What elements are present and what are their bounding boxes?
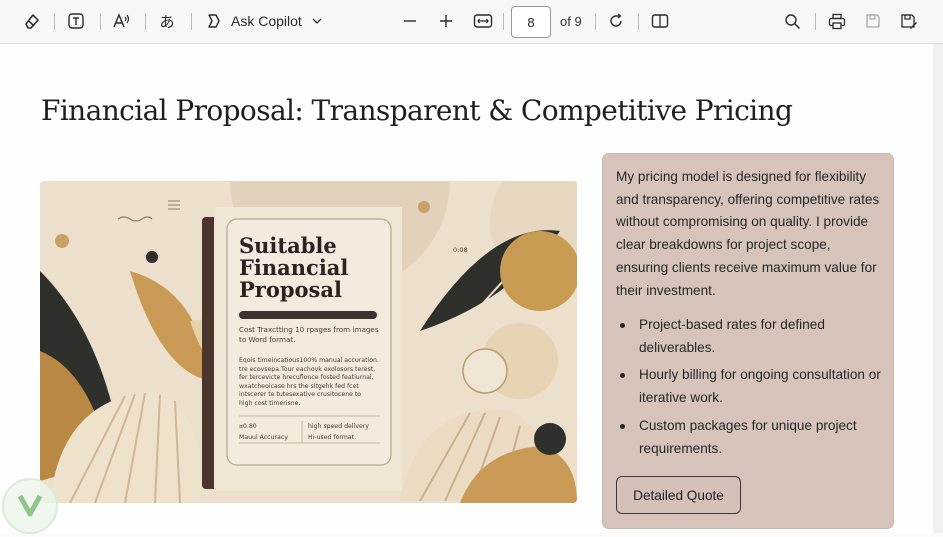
page-view-icon[interactable] — [649, 9, 671, 33]
toolbar-divider — [595, 13, 596, 30]
zoom-out-icon[interactable] — [399, 9, 421, 33]
image-tiny-label: 0:08 — [453, 246, 468, 254]
eraser-icon[interactable] — [20, 9, 44, 33]
page-title: Financial Proposal: Transparent & Compet… — [41, 94, 793, 127]
pdf-toolbar: あ Ask Copilot 8 of 9 — [0, 0, 943, 44]
copilot-icon[interactable] — [203, 9, 225, 33]
image-body-line: high cost timerisne. — [239, 399, 301, 407]
watermark-logo — [2, 478, 58, 534]
toolbar-divider — [145, 13, 146, 30]
image-heading: Suitable Financial Proposal — [239, 235, 348, 301]
toolbar-divider — [638, 13, 639, 30]
rotate-icon[interactable] — [605, 9, 627, 33]
pricing-bullet-list: Project-based rates for defined delivera… — [616, 314, 886, 465]
fit-width-icon[interactable] — [471, 9, 495, 33]
toolbar-divider — [100, 13, 101, 30]
search-icon[interactable] — [781, 9, 803, 33]
toolbar-divider — [503, 13, 504, 30]
image-stat-value: high speed delivery — [308, 423, 369, 430]
text-box-icon[interactable] — [64, 9, 88, 33]
image-body-line: wxatcheoicase hrs the sltgehk fed fcet — [239, 382, 359, 390]
image-stat-label: Hi-used format. — [308, 434, 357, 441]
toolbar-divider — [815, 13, 816, 30]
print-icon[interactable] — [826, 9, 848, 33]
image-body-line: Eqois timeincatious100% manual accuratio… — [239, 357, 379, 364]
image-stat-value: ¤0.80 — [239, 423, 257, 430]
image-heading-line: Proposal — [239, 277, 342, 302]
ask-copilot-label: Ask Copilot — [231, 13, 302, 29]
toolbar-divider — [191, 13, 192, 30]
image-body-line: fer tercevicte hrecuflonce fosted featiu… — [239, 374, 374, 382]
image-body-text: Eqois timeincatious100% manual accuratio… — [239, 357, 379, 409]
image-stat-right: high speed delivery Hi-used format. — [308, 421, 369, 443]
image-subtext-line: Cost Traxctting 10 rpages from images — [239, 325, 379, 334]
image-stat-left: ¤0.80 Mauul Accuracy — [239, 421, 288, 443]
image-stat-label: Mauul Accuracy — [239, 434, 288, 441]
list-item: Custom packages for unique project requi… — [616, 415, 886, 460]
read-aloud-icon[interactable] — [110, 9, 134, 33]
page-number-input[interactable]: 8 — [511, 6, 551, 38]
image-heading-line: Suitable — [239, 233, 337, 258]
image-subtext: Cost Traxctting 10 rpages from images to… — [239, 325, 379, 345]
chevron-down-icon[interactable] — [310, 9, 324, 33]
toolbar-divider — [54, 13, 55, 30]
image-body-line: intscerer te tutesexative crusitocene to — [239, 391, 362, 399]
save-as-icon[interactable] — [898, 9, 920, 33]
page-count-label: of 9 — [560, 14, 582, 29]
image-heading-line: Financial — [239, 255, 349, 280]
ask-copilot-button[interactable]: Ask Copilot — [231, 9, 307, 33]
image-subtext-line: to Word format. — [239, 335, 296, 344]
scrollbar[interactable] — [933, 44, 943, 533]
pricing-card: My pricing model is designed for flexibi… — [602, 153, 894, 529]
proposal-illustration: Suitable Financial Proposal Cost Traxctt… — [40, 181, 577, 503]
save-icon[interactable] — [862, 9, 884, 33]
translate-icon[interactable]: あ — [155, 9, 179, 33]
detailed-quote-button[interactable]: Detailed Quote — [616, 476, 741, 514]
pricing-paragraph: My pricing model is designed for flexibi… — [616, 169, 880, 298]
zoom-in-icon[interactable] — [435, 9, 457, 33]
page-number-value: 8 — [527, 14, 535, 30]
image-body-line: tre ecovsepa.Tour eachovk exolosors tere… — [239, 365, 376, 373]
list-item: Project-based rates for defined delivera… — [616, 314, 886, 359]
list-item: Hourly billing for ongoing consultation … — [616, 364, 886, 409]
